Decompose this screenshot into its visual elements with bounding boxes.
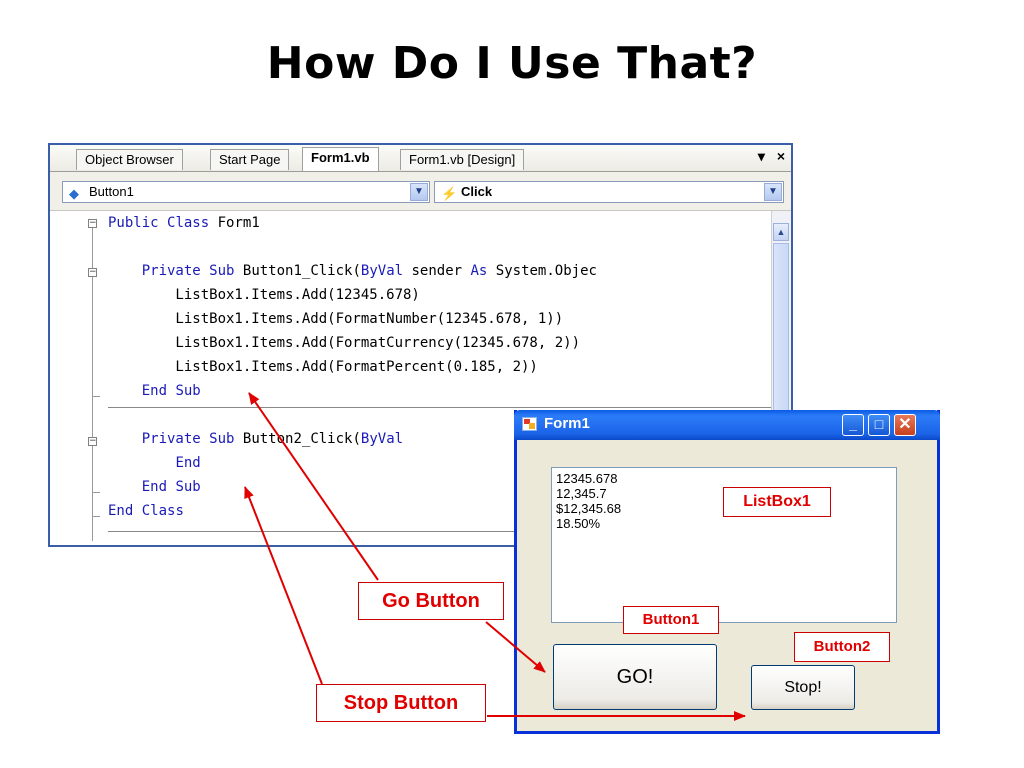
maximize-icon[interactable]: □ xyxy=(868,414,890,436)
code-text: sender xyxy=(403,263,471,279)
code-line[interactable]: End Class xyxy=(108,499,184,523)
object-dropdown[interactable]: ◆ Button1 ▼ xyxy=(62,181,430,203)
close-icon[interactable]: ✕ xyxy=(894,414,916,436)
code-keyword: End xyxy=(108,503,134,519)
button1-callout: Button1 xyxy=(623,606,719,634)
scroll-up-icon[interactable]: ▲ xyxy=(773,223,789,241)
collapse-class-icon[interactable]: − xyxy=(88,219,97,228)
tab-object-browser[interactable]: Object Browser xyxy=(76,149,183,170)
minimize-icon[interactable]: _ xyxy=(842,414,864,436)
code-line[interactable]: ListBox1.Items.Add(FormatPercent(0.185, … xyxy=(108,355,538,379)
code-keyword: Sub xyxy=(175,479,201,495)
code-text: Button2_Click( xyxy=(234,431,361,447)
go-button-callout: Go Button xyxy=(358,582,504,620)
code-text: System.Objec xyxy=(487,263,597,279)
event-dropdown-value: Click xyxy=(461,184,493,199)
code-text: ListBox1.Items.Add(FormatPercent(0.185, … xyxy=(108,359,538,375)
list-item[interactable]: 12345.678 xyxy=(556,471,896,486)
tab-form1-design[interactable]: Form1.vb [Design] xyxy=(400,149,525,170)
code-keyword: End xyxy=(175,455,201,471)
listbox1-callout: ListBox1 xyxy=(723,487,831,517)
code-text: Button1_Click( xyxy=(234,263,361,279)
form-titlebar[interactable]: Form1 _ □ ✕ xyxy=(514,410,940,440)
code-keyword: Private xyxy=(141,431,201,447)
code-keyword: End xyxy=(141,383,168,399)
code-line[interactable]: ListBox1.Items.Add(12345.678) xyxy=(108,283,420,307)
code-text: ListBox1.Items.Add(12345.678) xyxy=(108,287,420,303)
form1-window: Form1 _ □ ✕ 12345.678 12,345.7 $12,345.6… xyxy=(514,410,940,734)
form-app-icon xyxy=(522,417,537,431)
tab-list-dropdown-icon[interactable]: ▾ xyxy=(758,148,765,164)
code-keyword: Sub xyxy=(175,383,201,399)
button2-callout: Button2 xyxy=(794,632,890,662)
chevron-down-icon[interactable]: ▼ xyxy=(764,183,782,201)
code-line[interactable]: Private Sub Button2_Click(ByVal xyxy=(108,427,403,451)
lightning-event-icon: ⚡ xyxy=(441,186,458,201)
document-tabstrip: Object Browser Start Page Form1.vb Form1… xyxy=(50,145,791,172)
code-keyword: Sub xyxy=(209,263,235,279)
procedure-separator xyxy=(108,407,773,408)
slide-title: How Do I Use That? xyxy=(266,38,758,89)
code-line[interactable]: End xyxy=(108,451,201,475)
code-line[interactable]: Public Class Form1 xyxy=(108,211,260,235)
stop-button[interactable]: Stop! xyxy=(751,665,855,710)
code-keyword: End xyxy=(141,479,168,495)
code-keyword: As xyxy=(470,263,488,279)
button-object-icon: ◆ xyxy=(69,186,79,201)
collapse-sub-icon[interactable]: − xyxy=(88,437,97,446)
code-line[interactable]: End Sub xyxy=(108,379,201,403)
object-dropdown-value: Button1 xyxy=(89,184,134,199)
stop-button-callout: Stop Button xyxy=(316,684,486,722)
code-line[interactable]: ListBox1.Items.Add(FormatNumber(12345.67… xyxy=(108,307,563,331)
code-text: Form1 xyxy=(209,215,260,231)
tab-form1-vb[interactable]: Form1.vb xyxy=(302,147,379,171)
code-text: ListBox1.Items.Add(FormatNumber(12345.67… xyxy=(108,311,564,327)
go-button[interactable]: GO! xyxy=(553,644,717,710)
collapse-sub-icon[interactable]: − xyxy=(88,268,97,277)
code-line[interactable]: ListBox1.Items.Add(FormatCurrency(12345.… xyxy=(108,331,580,355)
chevron-down-icon[interactable]: ▼ xyxy=(410,183,428,201)
code-keyword: Public xyxy=(108,215,159,231)
tab-start-page[interactable]: Start Page xyxy=(210,149,290,170)
code-line[interactable]: Private Sub Button1_Click(ByVal sender A… xyxy=(108,259,597,283)
code-keyword: ByVal xyxy=(360,263,404,279)
code-keyword: ByVal xyxy=(360,431,404,447)
code-keyword: Class xyxy=(141,503,184,519)
code-keyword: Class xyxy=(167,215,210,231)
code-keyword: Private xyxy=(141,263,201,279)
list-item[interactable]: 18.50% xyxy=(556,516,896,531)
code-text: ListBox1.Items.Add(FormatCurrency(12345.… xyxy=(108,335,581,351)
navigation-bar: ◆ Button1 ▼ ⚡ Click ▼ xyxy=(50,172,791,211)
code-line[interactable]: End Sub xyxy=(108,475,201,499)
form-title: Form1 xyxy=(544,415,590,432)
code-keyword: Sub xyxy=(209,431,235,447)
close-document-icon[interactable]: × xyxy=(777,148,785,164)
event-dropdown[interactable]: ⚡ Click ▼ xyxy=(434,181,784,203)
